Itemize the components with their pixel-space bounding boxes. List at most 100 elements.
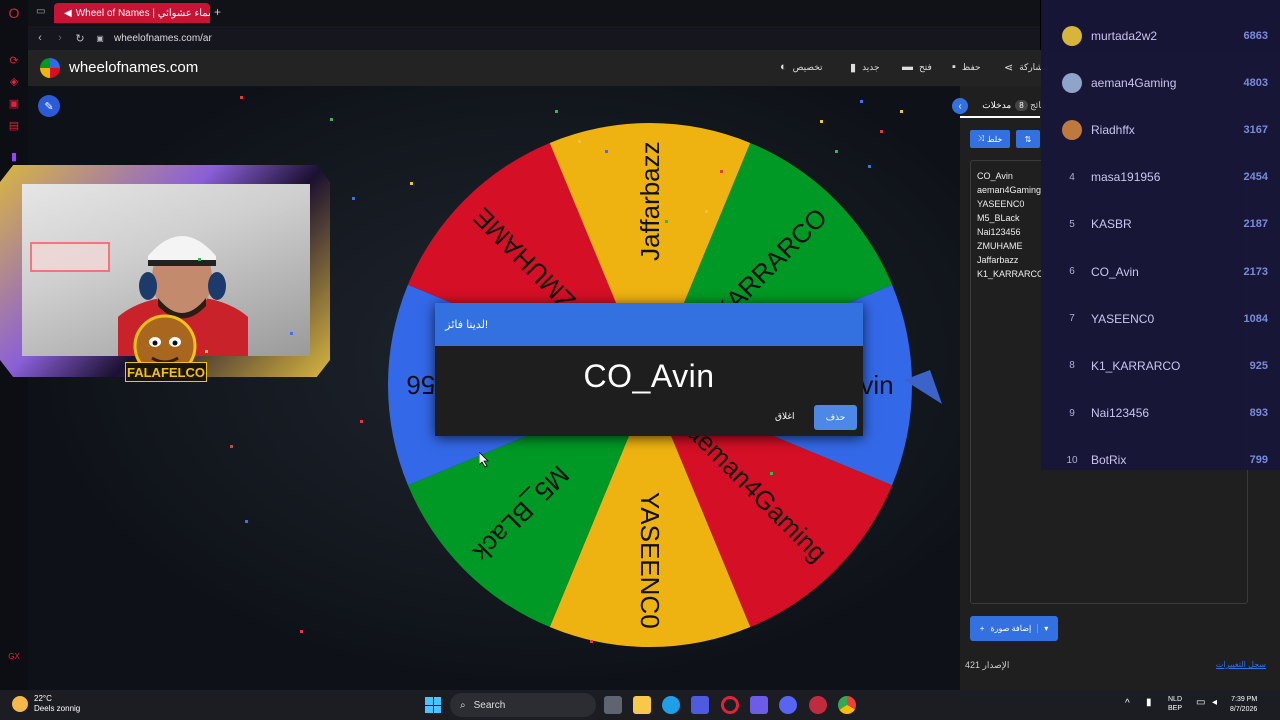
file-explorer-icon[interactable] (633, 696, 651, 714)
confetti-piece (352, 197, 355, 200)
leaderboard-name: BotRix (1091, 453, 1127, 468)
system-clock[interactable]: 7:39 PM 8/7/2026 (1230, 695, 1257, 715)
opera-logo-icon[interactable]: O (6, 5, 22, 21)
reload-icon[interactable]: ↻ (72, 32, 88, 45)
new-tab-button[interactable]: + (214, 5, 221, 19)
add-image-button[interactable]: + إضافة صورة ▾ (970, 616, 1058, 641)
instagram-icon[interactable]: ▣ (6, 95, 22, 111)
leaderboard-score: 925 (1249, 359, 1268, 372)
back-icon[interactable]: ‹ (32, 32, 48, 44)
confetti-piece (360, 420, 363, 423)
share-icon: ⋖ (1004, 62, 1014, 74)
confetti-piece (820, 120, 823, 123)
entries-count-badge: 8 (1015, 99, 1028, 111)
confetti-piece (835, 150, 838, 153)
leaderboard-rank: 5 (1069, 218, 1075, 230)
app-icon[interactable] (750, 696, 768, 714)
discord-icon[interactable] (779, 696, 797, 714)
language-indicator[interactable]: NLD BEP (1168, 695, 1182, 713)
edge-icon[interactable] (662, 696, 680, 714)
shuffle-icon: ⤨ (977, 134, 985, 143)
microphone-icon[interactable]: ▮ (1146, 697, 1152, 708)
confetti-piece (245, 520, 248, 523)
taskbar-search[interactable]: ⌕ Search (450, 693, 596, 717)
leaderboard-score: 3167 (1243, 123, 1268, 136)
volume-icon[interactable]: ◂ (1212, 697, 1217, 708)
wheel-logo-icon[interactable] (40, 58, 60, 78)
leaderboard-rank: 8 (1069, 360, 1075, 372)
gx-icon[interactable]: GX (6, 648, 22, 664)
confetti-piece (868, 165, 871, 168)
leaderboard-name: masa191956 (1091, 170, 1161, 185)
site-title[interactable]: wheelofnames.com (69, 59, 198, 76)
twitch-icon[interactable]: ▮ (6, 148, 22, 164)
sound-icon[interactable]: ◀ (64, 8, 72, 19)
leaderboard-name: aeman4Gaming (1091, 75, 1177, 90)
confetti-piece (205, 350, 208, 353)
pencil-icon[interactable]: ✎ (38, 95, 60, 117)
windows-start-icon[interactable] (425, 697, 441, 713)
open-button[interactable]: ▬ فتح (902, 61, 932, 73)
mouse-cursor-icon (479, 452, 489, 468)
chevron-down-icon[interactable]: ▾ (1037, 624, 1048, 633)
medal-icon (1062, 25, 1082, 46)
leaderboard-score: 6863 (1243, 29, 1268, 42)
shuffle-button[interactable]: ⤨ خلط (970, 130, 1010, 148)
address-bar: ‹ › ↻ ▣ wheelofnames.com/ar (28, 26, 1040, 50)
version-label: الإصدار 421 (965, 660, 1010, 670)
leaderboard-row: 5 KASBR 2187 (1041, 201, 1280, 248)
news-icon[interactable]: ▤ (6, 117, 22, 133)
network-icon[interactable]: ▭ (1196, 697, 1205, 708)
winner-dialog: لدينا فائز! CO_Avin اغلاق حذف (435, 303, 863, 436)
leaderboard-row: aeman4Gaming 4803 (1041, 59, 1280, 106)
chrome-icon[interactable] (838, 696, 856, 714)
weather-widget[interactable]: 22°C Deels zonnig (12, 694, 80, 714)
leaderboard-score: 1084 (1243, 312, 1268, 325)
plus-icon: + (979, 624, 985, 633)
dialog-title: لدينا فائز! (445, 319, 488, 331)
store-icon[interactable] (691, 696, 709, 714)
close-button[interactable]: اغلاق (775, 411, 795, 422)
new-button[interactable]: ▮ جديد (850, 61, 880, 74)
opera-gx-icon[interactable] (721, 696, 739, 714)
leaderboard-row: murtada2w2 6863 (1041, 12, 1280, 59)
dialog-header: لدينا فائز! (435, 303, 863, 346)
tab-title: Wheel of Names | عجلة أسماء عشوائي (75, 7, 210, 19)
sort-icon: ⇅ (1024, 134, 1032, 144)
falafel-badge-text: FALAFELCO (125, 362, 207, 382)
url-text[interactable]: wheelofnames.com/ar (114, 33, 212, 44)
confetti-piece (720, 170, 723, 173)
leaderboard-name: K1_KARRARCO (1091, 358, 1181, 373)
leaderboard-rank: 7 (1069, 313, 1075, 325)
tab-wheel-of-names[interactable]: ◀ Wheel of Names | عجلة أسماء عشوائي (54, 3, 210, 23)
confetti-piece (230, 445, 233, 448)
leaderboard-row: 7 YASEENC0 1084 (1041, 295, 1280, 342)
app-red-icon[interactable] (809, 696, 827, 714)
forward-icon[interactable]: › (52, 32, 68, 44)
confetti-piece (770, 472, 773, 475)
remove-button[interactable]: حذف (814, 405, 857, 430)
history-icon[interactable]: ⟳ (6, 52, 22, 68)
leaderboard-rank: 9 (1069, 407, 1075, 419)
chevron-up-icon[interactable]: ^ (1125, 698, 1130, 709)
confetti-piece (665, 220, 668, 223)
tab-bar: ▭ ◀ Wheel of Names | عجلة أسماء عشوائي + (28, 0, 1040, 26)
leaderboard-score: 4803 (1243, 76, 1268, 89)
temperature: 22°C (34, 694, 52, 703)
tab-menu-icon[interactable]: ▭ (36, 6, 45, 17)
changelog-link[interactable]: سجل التغييرات (1216, 660, 1266, 669)
task-view-icon[interactable] (604, 696, 622, 714)
leaderboard-row: 9 Nai123456 893 (1041, 390, 1280, 437)
leaderboard-row: 10 BotRix 799 (1041, 437, 1280, 484)
confetti-piece (578, 140, 581, 143)
leaderboard-rank: 10 (1066, 454, 1078, 466)
customize-button[interactable]: ◐ تخصيص (780, 61, 823, 73)
sort-button[interactable]: ⇅ (1016, 130, 1040, 148)
confetti-piece (300, 630, 303, 633)
confetti-piece (900, 110, 903, 113)
leaderboard-name: CO_Avin (1091, 264, 1139, 279)
confetti-piece (330, 118, 333, 121)
messenger-icon[interactable]: ◈ (6, 73, 22, 89)
folder-icon: ▬ (902, 61, 913, 73)
save-button[interactable]: ▪ حفظ (952, 61, 981, 73)
